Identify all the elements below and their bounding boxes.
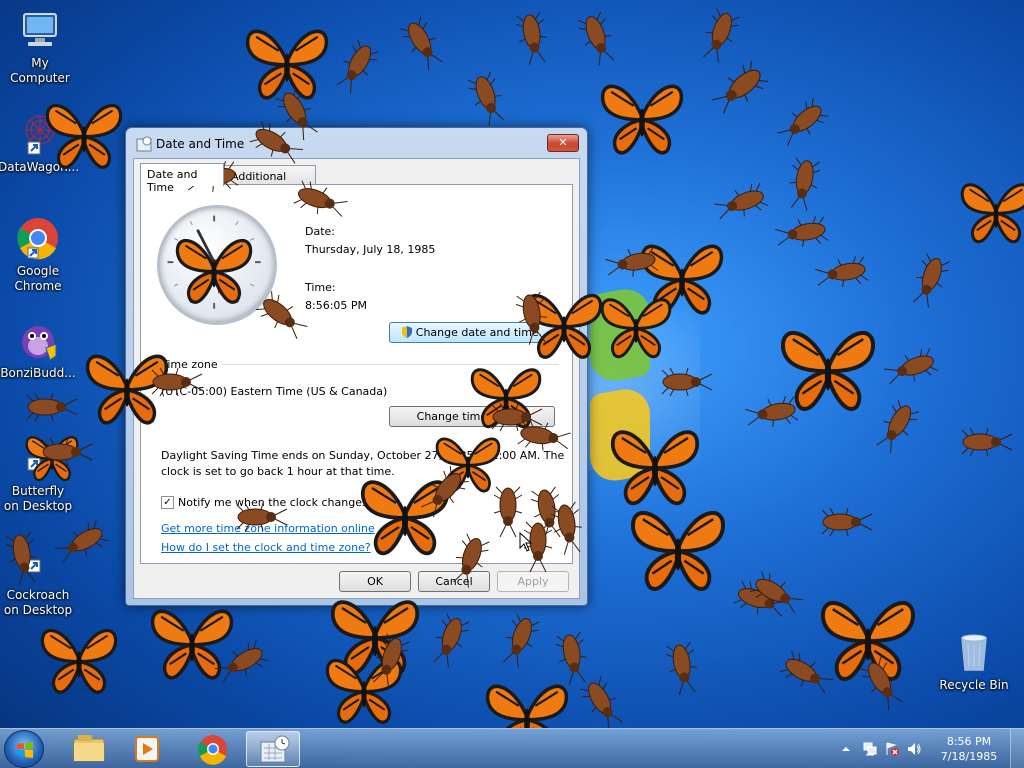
desktop-icon-label: Recycle Bin [939, 678, 1009, 692]
dst-notice-line1: Daylight Saving Time ends on Sunday, Oct… [161, 449, 565, 462]
desktop-icon-label: My Computer [10, 56, 70, 85]
cockroach-shortcut-icon [16, 540, 60, 584]
clock-face-icon [167, 215, 261, 309]
desktop-icon-bonzibuddy[interactable]: BonziBudd... [0, 318, 78, 381]
desktop-icon-label: Google Chrome [14, 264, 62, 293]
windows-flag-icon [17, 742, 33, 758]
desktop-icon-butterfly-on-desktop[interactable]: Butterfly on Desktop [0, 436, 78, 514]
date-label: Date: [305, 225, 335, 238]
desktop-icon-datawagon[interactable]: DataWagon... [0, 112, 80, 175]
desktop-icon-google-chrome[interactable]: Google Chrome [0, 216, 78, 294]
change-date-and-time-button[interactable]: Change date and time... [389, 322, 561, 343]
apply-button[interactable]: Apply [497, 571, 569, 592]
datawagon-icon [16, 112, 60, 156]
desktop-icon-recycle-bin[interactable]: Recycle Bin [934, 630, 1014, 693]
close-button[interactable]: ✕ [547, 134, 579, 152]
clock-time: 8:56 PM [946, 735, 992, 748]
timezone-group-label: Time zone [161, 358, 222, 371]
show-hidden-icons-chevron-icon[interactable] [838, 741, 854, 757]
window-title: Date and Time [156, 137, 245, 151]
chrome-icon [198, 735, 227, 765]
tab-date-and-time[interactable]: Date and Time [140, 163, 224, 194]
taskbar-google-chrome[interactable] [186, 731, 240, 767]
start-button[interactable] [4, 730, 44, 768]
uac-shield-icon [401, 325, 413, 338]
taskbar-date-and-time[interactable] [246, 731, 300, 767]
bonzibuddy-icon [16, 318, 60, 362]
recycle-bin-icon [952, 630, 996, 674]
timezone-value: (UTC-05:00) Eastern Time (US & Canada) [161, 385, 388, 398]
window-icon [136, 136, 152, 152]
taskbar-windows-explorer[interactable] [62, 731, 116, 767]
desktop-icon-label: DataWagon... [0, 160, 80, 174]
desktop-icon-cockroach-on-desktop[interactable]: Cockroach on Desktop [0, 540, 78, 618]
taskbar: 8:56 PM 7/18/1985 [0, 728, 1024, 768]
time-value: 8:56:05 PM [305, 299, 368, 312]
computer-icon [18, 8, 62, 52]
show-desktop-button[interactable] [1010, 729, 1024, 768]
taskbar-media-player[interactable] [120, 731, 174, 767]
clock-date: 7/18/1985 [940, 750, 998, 763]
analog-clock [157, 205, 277, 325]
date-value: Thursday, July 18, 1985 [305, 243, 436, 256]
desktop-icon-label: Butterfly on Desktop [3, 484, 73, 513]
volume-speaker-icon[interactable] [906, 741, 922, 757]
chrome-icon [16, 216, 60, 260]
time-label: Time: [305, 281, 336, 294]
window-titlebar[interactable]: Date and Time ✕ [126, 128, 587, 158]
desktop-icon-label: Cockroach on Desktop [3, 588, 73, 617]
dst-notice-line2: clock is set to go back 1 hour at that t… [161, 465, 395, 478]
date-and-time-icon [260, 735, 290, 763]
cancel-button[interactable]: Cancel [418, 571, 490, 592]
action-center-flag-icon[interactable] [862, 741, 878, 757]
butterfly-shortcut-icon [16, 436, 60, 480]
link-how-set-clock[interactable]: How do I set the clock and time zone? [161, 541, 371, 554]
tab-additional-clocks[interactable]: Additional Clocks [224, 165, 316, 196]
notify-checkbox[interactable]: ✓ [161, 496, 174, 509]
notify-label: Notify me when the clock changes [178, 496, 368, 509]
window-client-area: Date and Time Additional Clocks [133, 158, 580, 599]
mouse-cursor-icon [519, 531, 533, 552]
ok-button[interactable]: OK [339, 571, 411, 592]
desktop-icon-label: BonziBudd... [0, 366, 76, 380]
media-player-icon [135, 736, 159, 762]
network-error-icon[interactable] [884, 741, 900, 757]
desktop-icon-my-computer[interactable]: My Computer [0, 8, 80, 86]
link-time-zone-info-online[interactable]: Get more time zone information online [161, 522, 375, 535]
change-time-zone-button[interactable]: Change time zone... [389, 406, 555, 427]
tab-panel: Date: Thursday, July 18, 1985 Time: 8:56… [140, 184, 573, 564]
system-clock[interactable]: 8:56 PM 7/18/1985 [934, 734, 1004, 764]
folder-icon [73, 735, 105, 762]
